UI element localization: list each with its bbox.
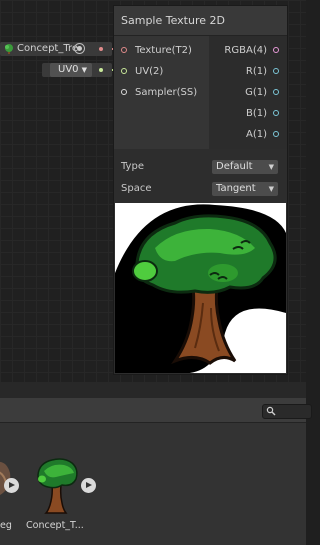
search-input[interactable] [262, 404, 312, 419]
uv-output-port[interactable] [99, 68, 103, 72]
output-ports: RGBA(4) R(1) G(1) B(1) A(1) [209, 36, 287, 149]
space-value: Tangent [216, 183, 256, 194]
type-setting: Type Default ▼ [121, 160, 281, 174]
node-title: Sample Texture 2D [114, 6, 287, 36]
node-ports: Texture(T2) UV(2) Sampler(SS) RGBA(4) R(… [114, 36, 287, 149]
port-label: UV(2) [135, 66, 164, 77]
uv-channel-value: UV0 [58, 64, 79, 75]
asset-label: eg [0, 520, 12, 531]
port-connector-icon [273, 89, 279, 95]
port-label: B(1) [245, 108, 267, 119]
port-label: G(1) [245, 87, 267, 98]
uv-channel-dropdown[interactable]: UV0 ▼ [50, 63, 92, 77]
asset-thumbnail[interactable] [34, 455, 80, 515]
port-connector-icon [121, 47, 127, 53]
node-settings: Type Default ▼ Space Tangent ▼ [114, 150, 287, 201]
type-value: Default [216, 161, 253, 172]
port-connector-icon [273, 47, 279, 53]
space-setting: Space Tangent ▼ [121, 182, 281, 196]
port-connector-icon [273, 131, 279, 137]
chevron-down-icon: ▼ [268, 185, 274, 193]
play-preview-button[interactable] [4, 478, 19, 493]
port-connector-icon [273, 68, 279, 74]
space-label: Space [121, 183, 152, 194]
texture-property-name: Concept_Tre [17, 43, 79, 54]
panel-divider[interactable] [0, 382, 306, 399]
port-connector-icon [273, 110, 279, 116]
asset-label: Concept_T... [26, 520, 84, 531]
port-label: Texture(T2) [135, 45, 192, 56]
port-connector-icon [121, 89, 127, 95]
uv-node: UV0 ▼ [42, 63, 112, 77]
play-preview-button[interactable] [81, 478, 96, 493]
port-label: RGBA(4) [224, 45, 267, 56]
tree-texture-icon [5, 44, 13, 54]
chevron-down-icon: ▼ [268, 163, 274, 171]
port-label: R(1) [245, 66, 267, 77]
chevron-down-icon: ▼ [81, 66, 87, 74]
texture-output-port[interactable] [99, 47, 103, 51]
port-label: Sampler(SS) [135, 87, 198, 98]
port-label: A(1) [245, 129, 267, 140]
type-dropdown[interactable]: Default ▼ [212, 160, 278, 174]
texture-property-node[interactable]: Concept_Tre [0, 42, 112, 56]
texture-preview [115, 203, 286, 373]
tree-thumbnail-icon [37, 458, 78, 514]
sample-texture-2d-node[interactable]: Sample Texture 2D Texture(T2) UV(2) Samp… [113, 5, 288, 375]
space-dropdown[interactable]: Tangent ▼ [212, 182, 278, 196]
search-icon [266, 406, 276, 416]
tree-preview-image [115, 204, 286, 373]
object-picker-button[interactable] [74, 43, 85, 54]
port-connector-icon [121, 68, 127, 74]
type-label: Type [121, 161, 144, 172]
project-toolbar [0, 398, 312, 423]
project-assets-grid: eg Concept_T... [0, 423, 306, 545]
